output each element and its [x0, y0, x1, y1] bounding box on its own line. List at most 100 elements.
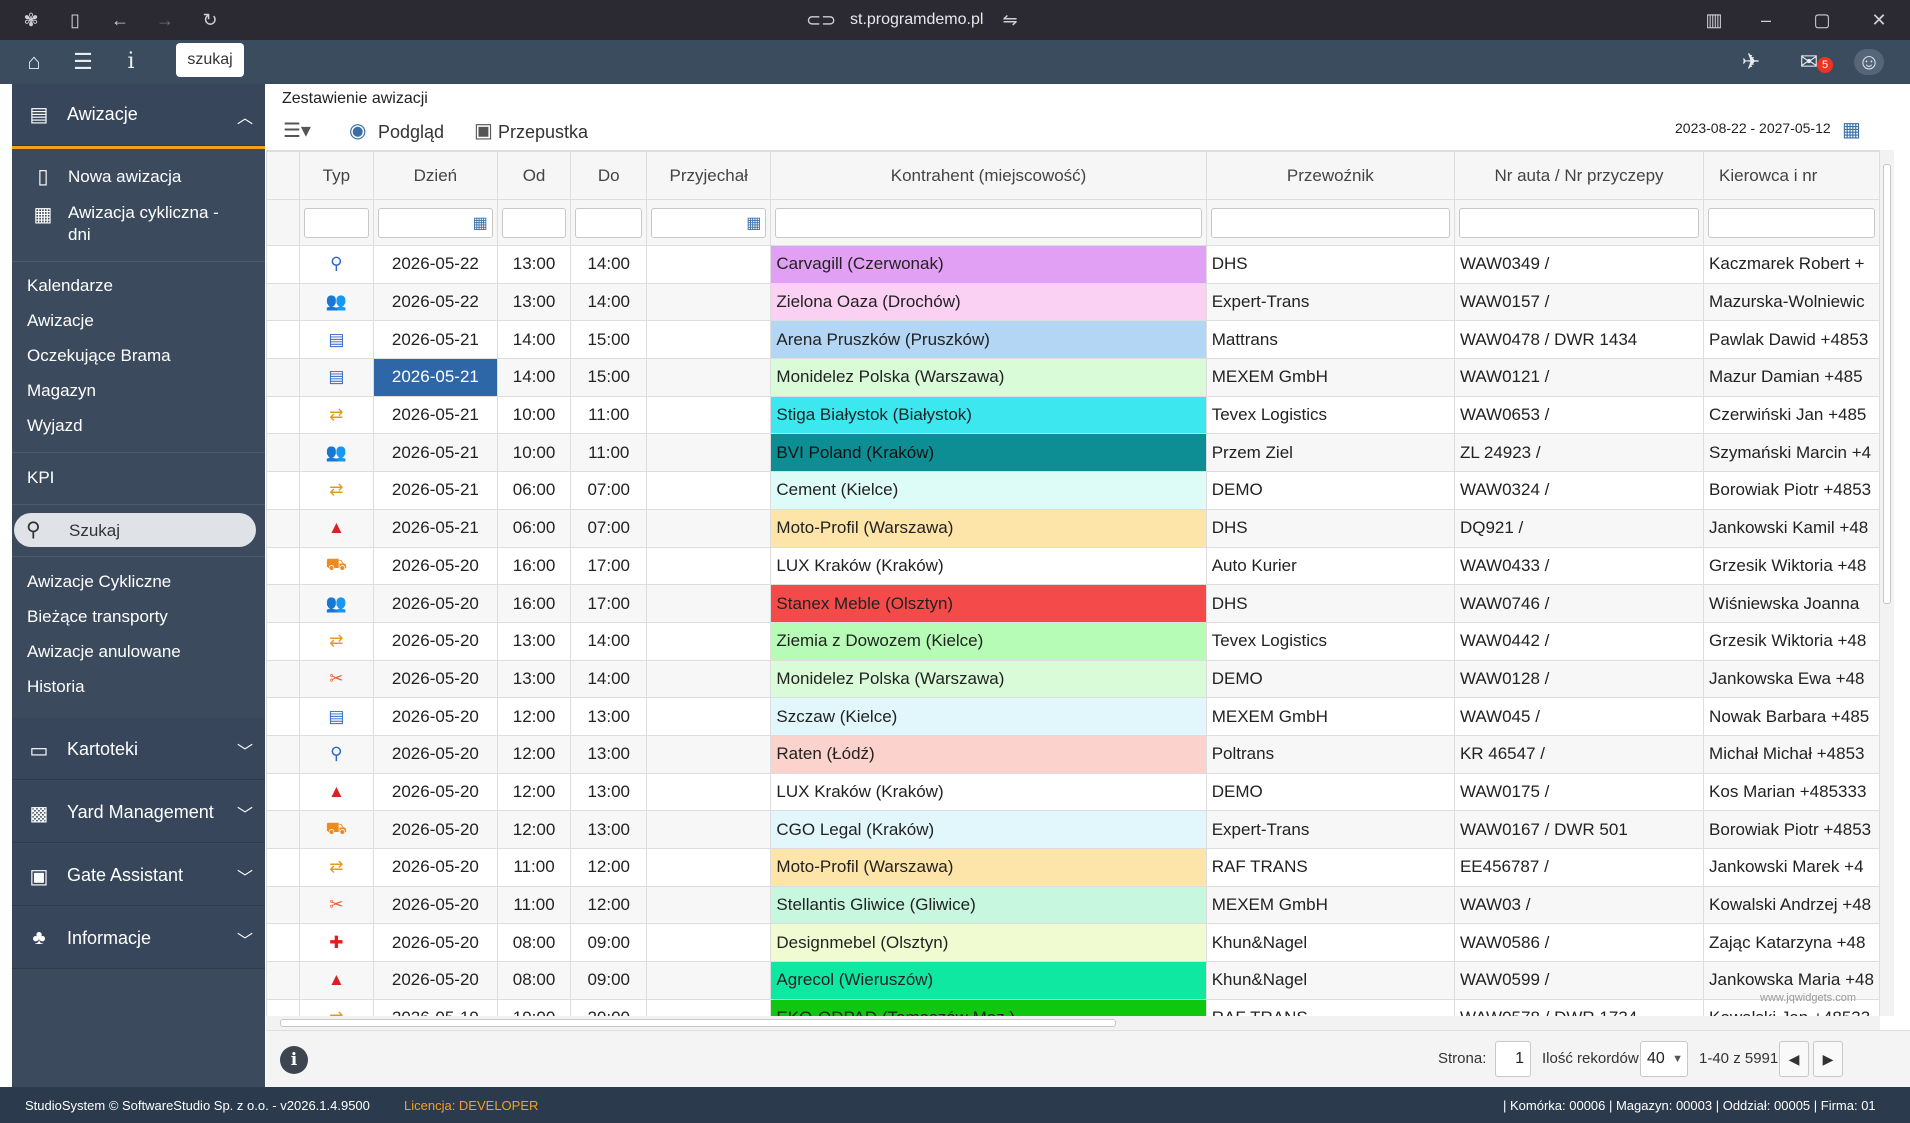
arrived-cell[interactable] [646, 961, 772, 1000]
table-row[interactable]: 👥 2026-05-21 10:00 11:00 BVI Poland (Kraków)… [266, 433, 1880, 473]
driver-cell[interactable]: Grzesik Wiktoria +48 [1703, 546, 1880, 586]
column-header-od[interactable]: Od [496, 151, 572, 200]
sidebar-item-awizacje[interactable]: Awizacje [27, 311, 94, 331]
table-row[interactable]: ▲ 2026-05-20 12:00 13:00 LUX Kraków (Kraków)… [266, 772, 1880, 812]
calendar-icon[interactable]: ▦ [473, 213, 488, 233]
filter-dzien-input[interactable]: ▦ [378, 207, 493, 238]
plate-cell[interactable]: WAW045 / [1453, 697, 1705, 736]
browser-logo-icon[interactable]: ✾ [17, 8, 45, 32]
table-row[interactable]: ⚲ 2026-05-20 12:00 13:00 Raten (Łódź) Poltran… [266, 734, 1880, 774]
filter-przewoznik-input[interactable] [1210, 207, 1450, 238]
to-cell[interactable]: 15:00 [570, 320, 648, 360]
plate-cell[interactable]: WAW0578 / DWR 1734 [1453, 998, 1705, 1016]
column-header-przewoznik[interactable]: Przewoźnik [1205, 151, 1455, 200]
home-icon[interactable]: ⌂ [19, 49, 49, 75]
arrived-cell[interactable] [646, 433, 772, 473]
filter-nr-auta-input[interactable] [1458, 207, 1700, 238]
filter-przyjechal-input[interactable]: ▦ [651, 207, 767, 238]
back-icon[interactable]: ← [106, 8, 134, 32]
sidebar-item-awizacja-cykliczna-line2[interactable]: dni [68, 225, 91, 245]
from-cell[interactable]: 16:00 [496, 546, 572, 586]
to-cell[interactable]: 09:00 [570, 923, 648, 963]
filter-do-input[interactable] [575, 207, 643, 238]
driver-cell[interactable]: Kaczmarek Robert + [1703, 245, 1880, 284]
contractor-cell[interactable]: BVI Poland (Kraków) [770, 433, 1207, 473]
from-cell[interactable]: 11:00 [496, 848, 572, 887]
forward-icon[interactable]: → [151, 8, 179, 32]
table-row[interactable]: ⇄ 2026-05-21 10:00 11:00 Stiga Białystok (Bi… [266, 395, 1880, 435]
sidebar-item-kpi[interactable]: KPI [27, 468, 54, 488]
sidebar-section-informacje[interactable]: ♣ Informacje ﹀ [12, 907, 265, 969]
arrived-cell[interactable] [646, 358, 772, 397]
sidebar-toggle-icon[interactable]: ▯ [61, 8, 89, 32]
info-icon[interactable]: i [280, 1046, 308, 1074]
per-page-select[interactable]: 40 ▼ [1640, 1041, 1688, 1077]
carrier-cell[interactable]: DHS [1205, 508, 1455, 548]
plate-cell[interactable]: EE456787 / [1453, 848, 1705, 887]
menu-collapse-icon[interactable]: ☰ [68, 49, 98, 75]
arrived-cell[interactable] [646, 697, 772, 736]
table-row[interactable]: ⇄ 2026-05-21 06:00 07:00 Cement (Kielce) DEMO… [266, 471, 1880, 510]
carrier-cell[interactable]: Przem Ziel [1205, 433, 1455, 473]
chevron-up-icon[interactable]: ︿ [237, 104, 253, 128]
page-input[interactable]: 1 [1495, 1041, 1531, 1077]
column-header-kierowca[interactable]: Kierowca i nr [1703, 151, 1880, 200]
plate-cell[interactable]: WAW0442 / [1453, 621, 1705, 661]
driver-cell[interactable]: Nowak Barbara +485 [1703, 697, 1880, 736]
to-cell[interactable]: 09:00 [570, 961, 648, 1000]
user-icon[interactable]: ☺ [1854, 49, 1884, 75]
day-cell[interactable]: 2026-05-21 [373, 471, 498, 510]
to-cell[interactable]: 13:00 [570, 734, 648, 774]
table-row[interactable]: ⚲ 2026-05-22 13:00 14:00 Carvagill (Czerwona… [266, 245, 1880, 284]
table-row[interactable]: 👥 2026-05-22 13:00 14:00 Zielona Oaza (Droch… [266, 282, 1880, 322]
carrier-cell[interactable]: RAF TRANS [1205, 848, 1455, 887]
contractor-cell[interactable]: CGO Legal (Kraków) [770, 810, 1207, 849]
arrived-cell[interactable] [646, 621, 772, 661]
carrier-cell[interactable]: MEXEM GmbH [1205, 358, 1455, 397]
to-cell[interactable]: 13:00 [570, 772, 648, 812]
day-cell[interactable]: 2026-05-20 [373, 734, 498, 774]
day-cell[interactable]: 2026-05-20 [373, 584, 498, 623]
chevron-down-icon[interactable]: ﹀ [237, 801, 253, 825]
pass-button[interactable]: Przepustka [498, 122, 588, 143]
plate-cell[interactable]: WAW0746 / [1453, 584, 1705, 623]
day-cell[interactable]: 2026-05-20 [373, 848, 498, 887]
arrived-cell[interactable] [646, 320, 772, 360]
plate-cell[interactable]: WAW03 / [1453, 885, 1705, 925]
carrier-cell[interactable]: Tevex Logistics [1205, 621, 1455, 661]
driver-cell[interactable]: Kowalski Andrzej +48 [1703, 885, 1880, 925]
driver-cell[interactable]: Grzesik Wiktoria +48 [1703, 621, 1880, 661]
arrived-cell[interactable] [646, 734, 772, 774]
table-row[interactable]: ▤ 2026-05-21 14:00 15:00 Arena Pruszków (Pru… [266, 320, 1880, 360]
carrier-cell[interactable]: DEMO [1205, 471, 1455, 510]
driver-cell[interactable]: Czerwiński Jan +485 [1703, 395, 1880, 435]
carrier-cell[interactable]: MEXEM GmbH [1205, 697, 1455, 736]
driver-cell[interactable]: Mazur Damian +485 [1703, 358, 1880, 397]
driver-cell[interactable]: Wiśniewska Joanna [1703, 584, 1880, 623]
carrier-cell[interactable]: DEMO [1205, 659, 1455, 699]
next-page-button[interactable]: ▶ [1813, 1041, 1843, 1077]
from-cell[interactable]: 14:00 [496, 320, 572, 360]
reload-icon[interactable]: ↻ [196, 8, 224, 32]
close-window-icon[interactable]: ✕ [1865, 8, 1893, 32]
table-row[interactable]: ▤ 2026-05-21 14:00 15:00 Monidelez Polska (W… [266, 358, 1880, 397]
contractor-cell[interactable]: Carvagill (Czerwonak) [770, 245, 1207, 284]
sidebar-section-yard-management[interactable]: ▩ Yard Management ﹀ [12, 781, 265, 843]
arrived-cell[interactable] [646, 395, 772, 435]
contractor-cell[interactable]: Designmebel (Olsztyn) [770, 923, 1207, 963]
driver-cell[interactable]: Jankowski Kamil +48 [1703, 508, 1880, 548]
contractor-cell[interactable]: Stellantis Gliwice (Gliwice) [770, 885, 1207, 925]
chevron-down-icon[interactable]: ﹀ [237, 738, 253, 762]
plate-cell[interactable]: WAW0349 / [1453, 245, 1705, 284]
calendar-icon[interactable]: ▦ [746, 213, 761, 233]
to-cell[interactable]: 07:00 [570, 471, 648, 510]
carrier-cell[interactable]: DHS [1205, 584, 1455, 623]
filter-kierowca-input[interactable] [1708, 207, 1875, 238]
sidebar-item-awizacje-anulowane[interactable]: Awizacje anulowane [27, 642, 181, 662]
to-cell[interactable]: 13:00 [570, 697, 648, 736]
arrived-cell[interactable] [646, 848, 772, 887]
arrived-cell[interactable] [646, 245, 772, 284]
arrived-cell[interactable] [646, 772, 772, 812]
date-range[interactable]: 2023-08-22 - 2027-05-12 [1675, 120, 1831, 136]
carrier-cell[interactable]: Expert-Trans [1205, 282, 1455, 322]
